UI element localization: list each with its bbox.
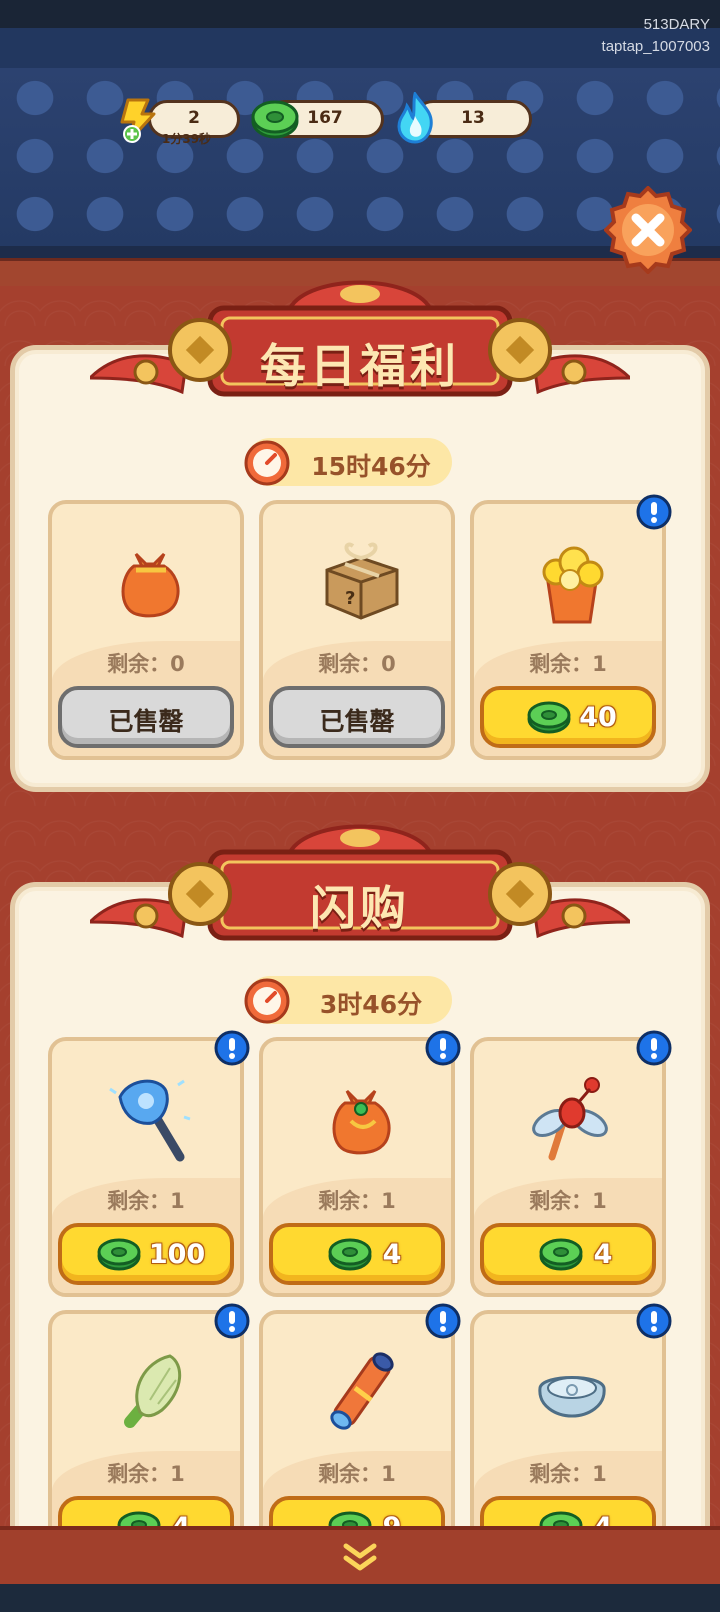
alert-badge-icon bbox=[425, 1303, 461, 1339]
daily-countdown: 15时46分 bbox=[244, 438, 452, 486]
fly-swatter-icon bbox=[532, 1077, 608, 1161]
alert-badge-icon bbox=[636, 1030, 672, 1066]
price-label: 100 bbox=[148, 1239, 206, 1270]
sold-out-button[interactable]: 已售罄 bbox=[269, 686, 445, 748]
timer-icon bbox=[244, 440, 290, 486]
remaining-count: 剩余：1 bbox=[107, 1462, 185, 1486]
alert-badge-icon bbox=[636, 494, 672, 530]
svg-text:?: ? bbox=[345, 588, 355, 609]
close-button[interactable] bbox=[604, 186, 692, 274]
lucky-bag-icon bbox=[332, 1089, 391, 1155]
alert-badge-icon bbox=[214, 1303, 250, 1339]
scroll-down-chevron-icon[interactable] bbox=[336, 1540, 384, 1574]
sold-out-label: 已售罄 bbox=[319, 707, 395, 736]
timer-icon bbox=[244, 978, 290, 1024]
price-label: 40 bbox=[579, 702, 617, 733]
price-label: 4 bbox=[382, 1239, 402, 1270]
sold-out-label: 已售罄 bbox=[108, 707, 184, 736]
price-label: 4 bbox=[593, 1239, 613, 1270]
daily-countdown-text: 15时46分 bbox=[311, 452, 431, 481]
buy-button[interactable]: 100 bbox=[58, 1223, 234, 1285]
flash-item-card[interactable]: 剩余：1 4 bbox=[259, 1037, 455, 1297]
jade-coin-icon bbox=[251, 100, 299, 139]
daily-item-card[interactable]: 剩余：0 已售罄 bbox=[48, 500, 244, 760]
alert-badge-icon bbox=[425, 1030, 461, 1066]
remaining-count: 剩余：1 bbox=[318, 1462, 396, 1486]
flash-item-card[interactable]: 剩余：1 4 bbox=[470, 1037, 666, 1297]
remaining-count: 剩余：1 bbox=[318, 1189, 396, 1213]
blue-flame-icon bbox=[397, 92, 433, 144]
mystery-box-icon: ? bbox=[325, 542, 399, 620]
lucky-bag-icon bbox=[121, 552, 180, 618]
buy-button[interactable]: 4 bbox=[269, 1223, 445, 1285]
energy-refill-timer: 1分39秒 bbox=[162, 132, 212, 146]
daily-item-card[interactable]: 剩余：1 40 bbox=[470, 500, 666, 760]
bowl-icon bbox=[538, 1376, 606, 1418]
alert-badge-icon bbox=[214, 1030, 250, 1066]
sold-out-button[interactable]: 已售罄 bbox=[58, 686, 234, 748]
firecracker-icon bbox=[330, 1352, 394, 1430]
watermark: 513DARY taptap_1007003 bbox=[602, 14, 710, 58]
remaining-count: 剩余：1 bbox=[529, 652, 607, 676]
energy-bolt-icon[interactable] bbox=[114, 96, 160, 144]
flash-countdown-text: 3时46分 bbox=[319, 990, 423, 1019]
alert-badge-icon bbox=[636, 1303, 672, 1339]
brush-icon bbox=[124, 1354, 182, 1428]
remaining-count: 剩余：1 bbox=[529, 1189, 607, 1213]
buy-button[interactable]: 4 bbox=[480, 1223, 656, 1285]
daily-item-card[interactable]: ? 剩余：0 已售罄 bbox=[259, 500, 455, 760]
energy-value: 2 bbox=[188, 108, 200, 128]
flash-countdown: 3时46分 bbox=[244, 976, 452, 1024]
remaining-count: 剩余：0 bbox=[107, 652, 185, 676]
gold-popcorn-icon bbox=[542, 546, 604, 624]
remaining-count: 剩余：1 bbox=[529, 1462, 607, 1486]
flash-title: 闪购 bbox=[310, 881, 410, 935]
watermark-line-1: 513DARY bbox=[643, 16, 710, 33]
buy-button[interactable]: 40 bbox=[480, 686, 656, 748]
remaining-count: 剩余：1 bbox=[107, 1189, 185, 1213]
daily-title: 每日福利 bbox=[260, 339, 460, 393]
jade-axe-icon bbox=[109, 1079, 191, 1162]
flash-item-card[interactable]: 剩余：1 100 bbox=[48, 1037, 244, 1297]
remaining-count: 剩余：0 bbox=[318, 652, 396, 676]
watermark-line-2: taptap_1007003 bbox=[601, 38, 710, 55]
